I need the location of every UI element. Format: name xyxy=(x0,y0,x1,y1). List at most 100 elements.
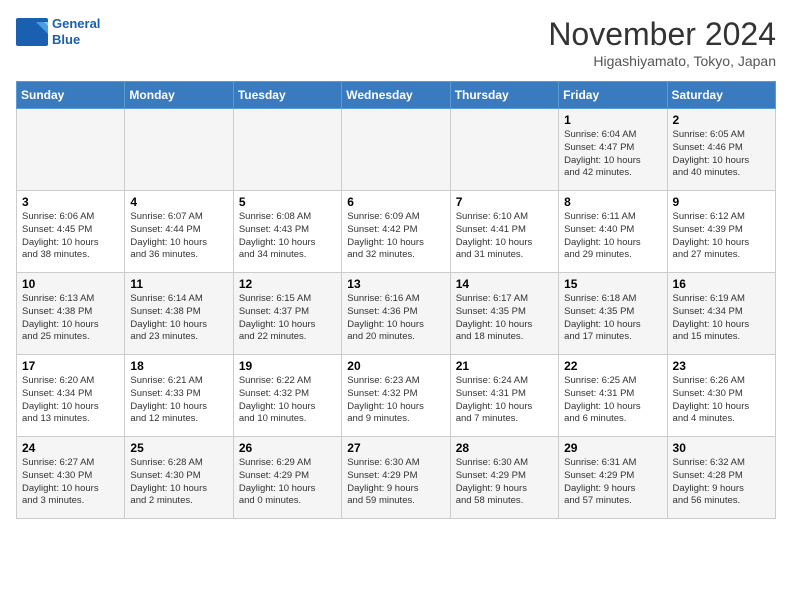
weekday-header: Wednesday xyxy=(342,82,450,109)
calendar-cell: 25 Sunrise: 6:28 AMSunset: 4:30 PMDayligh… xyxy=(125,437,233,519)
calendar-cell: 17 Sunrise: 6:20 AMSunset: 4:34 PMDayligh… xyxy=(17,355,125,437)
calendar-cell: 29 Sunrise: 6:31 AMSunset: 4:29 PMDayligh… xyxy=(559,437,667,519)
day-info: Sunrise: 6:12 AMSunset: 4:39 PMDaylight:… xyxy=(673,211,770,262)
calendar-cell xyxy=(17,109,125,191)
day-info: Sunrise: 6:26 AMSunset: 4:30 PMDaylight:… xyxy=(673,375,770,426)
day-info: Sunrise: 6:32 AMSunset: 4:28 PMDaylight:… xyxy=(673,457,770,508)
calendar-cell: 30 Sunrise: 6:32 AMSunset: 4:28 PMDayligh… xyxy=(667,437,775,519)
calendar-cell: 3 Sunrise: 6:06 AMSunset: 4:45 PMDaylight… xyxy=(17,191,125,273)
day-number: 21 xyxy=(456,359,553,373)
day-number: 5 xyxy=(239,195,336,209)
day-info: Sunrise: 6:27 AMSunset: 4:30 PMDaylight:… xyxy=(22,457,119,508)
calendar-cell: 22 Sunrise: 6:25 AMSunset: 4:31 PMDayligh… xyxy=(559,355,667,437)
day-info: Sunrise: 6:13 AMSunset: 4:38 PMDaylight:… xyxy=(22,293,119,344)
day-info: Sunrise: 6:07 AMSunset: 4:44 PMDaylight:… xyxy=(130,211,227,262)
location: Higashiyamato, Tokyo, Japan xyxy=(548,53,776,69)
calendar-cell: 27Sunrise: 6:30 AMSunset: 4:29 PMDayligh… xyxy=(342,437,450,519)
day-info: Sunrise: 6:29 AMSunset: 4:29 PMDaylight:… xyxy=(239,457,336,508)
calendar-cell: 23 Sunrise: 6:26 AMSunset: 4:30 PMDayligh… xyxy=(667,355,775,437)
day-number: 15 xyxy=(564,277,661,291)
day-info: Sunrise: 6:21 AMSunset: 4:33 PMDaylight:… xyxy=(130,375,227,426)
calendar-cell: 16 Sunrise: 6:19 AMSunset: 4:34 PMDayligh… xyxy=(667,273,775,355)
day-number: 17 xyxy=(22,359,119,373)
calendar-cell: 12Sunrise: 6:15 AMSunset: 4:37 PMDayligh… xyxy=(233,273,341,355)
day-info: Sunrise: 6:16 AMSunset: 4:36 PMDaylight:… xyxy=(347,293,444,344)
calendar-cell: 8Sunrise: 6:11 AMSunset: 4:40 PMDaylight… xyxy=(559,191,667,273)
calendar-cell: 4 Sunrise: 6:07 AMSunset: 4:44 PMDaylight… xyxy=(125,191,233,273)
calendar-cell xyxy=(233,109,341,191)
day-number: 7 xyxy=(456,195,553,209)
title-block: November 2024 Higashiyamato, Tokyo, Japa… xyxy=(548,16,776,69)
day-number: 23 xyxy=(673,359,770,373)
day-info: Sunrise: 6:22 AMSunset: 4:32 PMDaylight:… xyxy=(239,375,336,426)
day-info: Sunrise: 6:06 AMSunset: 4:45 PMDaylight:… xyxy=(22,211,119,262)
day-info: Sunrise: 6:10 AMSunset: 4:41 PMDaylight:… xyxy=(456,211,553,262)
day-number: 2 xyxy=(673,113,770,127)
day-number: 9 xyxy=(673,195,770,209)
day-info: Sunrise: 6:24 AMSunset: 4:31 PMDaylight:… xyxy=(456,375,553,426)
day-number: 11 xyxy=(130,277,227,291)
calendar-cell: 13 Sunrise: 6:16 AMSunset: 4:36 PMDayligh… xyxy=(342,273,450,355)
calendar-cell: 5Sunrise: 6:08 AMSunset: 4:43 PMDaylight… xyxy=(233,191,341,273)
day-number: 6 xyxy=(347,195,444,209)
day-info: Sunrise: 6:15 AMSunset: 4:37 PMDaylight:… xyxy=(239,293,336,344)
day-number: 22 xyxy=(564,359,661,373)
day-number: 24 xyxy=(22,441,119,455)
weekday-header: Sunday xyxy=(17,82,125,109)
day-info: Sunrise: 6:31 AMSunset: 4:29 PMDaylight:… xyxy=(564,457,661,508)
day-info: Sunrise: 6:28 AMSunset: 4:30 PMDaylight:… xyxy=(130,457,227,508)
day-number: 28 xyxy=(456,441,553,455)
month-title: November 2024 xyxy=(548,16,776,53)
logo-text: General Blue xyxy=(52,16,100,47)
weekday-header-row: SundayMondayTuesdayWednesdayThursdayFrid… xyxy=(17,82,776,109)
day-info: Sunrise: 6:30 AMSunset: 4:29 PMDaylight:… xyxy=(456,457,553,508)
calendar-table: SundayMondayTuesdayWednesdayThursdayFrid… xyxy=(16,81,776,519)
day-number: 29 xyxy=(564,441,661,455)
logo: General Blue xyxy=(16,16,100,47)
calendar-week-row: 1 Sunrise: 6:04 AMSunset: 4:47 PMDaylight… xyxy=(17,109,776,191)
logo-icon xyxy=(16,18,48,46)
day-info: Sunrise: 6:04 AMSunset: 4:47 PMDaylight:… xyxy=(564,129,661,180)
weekday-header: Monday xyxy=(125,82,233,109)
day-number: 20 xyxy=(347,359,444,373)
day-info: Sunrise: 6:19 AMSunset: 4:34 PMDaylight:… xyxy=(673,293,770,344)
calendar-cell: 21 Sunrise: 6:24 AMSunset: 4:31 PMDayligh… xyxy=(450,355,558,437)
day-info: Sunrise: 6:17 AMSunset: 4:35 PMDaylight:… xyxy=(456,293,553,344)
calendar-cell: 15 Sunrise: 6:18 AMSunset: 4:35 PMDayligh… xyxy=(559,273,667,355)
day-number: 13 xyxy=(347,277,444,291)
calendar-cell: 2Sunrise: 6:05 AMSunset: 4:46 PMDaylight… xyxy=(667,109,775,191)
calendar-cell: 10 Sunrise: 6:13 AMSunset: 4:38 PMDayligh… xyxy=(17,273,125,355)
day-info: Sunrise: 6:25 AMSunset: 4:31 PMDaylight:… xyxy=(564,375,661,426)
calendar-cell: 20 Sunrise: 6:23 AMSunset: 4:32 PMDayligh… xyxy=(342,355,450,437)
weekday-header: Tuesday xyxy=(233,82,341,109)
day-number: 3 xyxy=(22,195,119,209)
day-number: 19 xyxy=(239,359,336,373)
calendar-cell: 26 Sunrise: 6:29 AMSunset: 4:29 PMDayligh… xyxy=(233,437,341,519)
day-number: 4 xyxy=(130,195,227,209)
day-number: 10 xyxy=(22,277,119,291)
calendar-cell: 7 Sunrise: 6:10 AMSunset: 4:41 PMDaylight… xyxy=(450,191,558,273)
calendar-cell: 24 Sunrise: 6:27 AMSunset: 4:30 PMDayligh… xyxy=(17,437,125,519)
day-info: Sunrise: 6:20 AMSunset: 4:34 PMDaylight:… xyxy=(22,375,119,426)
day-number: 26 xyxy=(239,441,336,455)
page-header: General Blue November 2024 Higashiyamato… xyxy=(16,16,776,69)
calendar-week-row: 10 Sunrise: 6:13 AMSunset: 4:38 PMDayligh… xyxy=(17,273,776,355)
calendar-week-row: 24 Sunrise: 6:27 AMSunset: 4:30 PMDayligh… xyxy=(17,437,776,519)
calendar-week-row: 3 Sunrise: 6:06 AMSunset: 4:45 PMDaylight… xyxy=(17,191,776,273)
day-number: 27 xyxy=(347,441,444,455)
day-number: 30 xyxy=(673,441,770,455)
day-number: 1 xyxy=(564,113,661,127)
day-info: Sunrise: 6:23 AMSunset: 4:32 PMDaylight:… xyxy=(347,375,444,426)
day-info: Sunrise: 6:18 AMSunset: 4:35 PMDaylight:… xyxy=(564,293,661,344)
day-info: Sunrise: 6:14 AMSunset: 4:38 PMDaylight:… xyxy=(130,293,227,344)
calendar-cell: 28 Sunrise: 6:30 AMSunset: 4:29 PMDayligh… xyxy=(450,437,558,519)
calendar-week-row: 17 Sunrise: 6:20 AMSunset: 4:34 PMDayligh… xyxy=(17,355,776,437)
day-number: 25 xyxy=(130,441,227,455)
day-info: Sunrise: 6:11 AMSunset: 4:40 PMDaylight:… xyxy=(564,211,661,262)
day-number: 14 xyxy=(456,277,553,291)
day-number: 16 xyxy=(673,277,770,291)
calendar-cell: 19 Sunrise: 6:22 AMSunset: 4:32 PMDayligh… xyxy=(233,355,341,437)
calendar-cell: 18Sunrise: 6:21 AMSunset: 4:33 PMDayligh… xyxy=(125,355,233,437)
calendar-cell xyxy=(450,109,558,191)
calendar-cell: 9 Sunrise: 6:12 AMSunset: 4:39 PMDaylight… xyxy=(667,191,775,273)
